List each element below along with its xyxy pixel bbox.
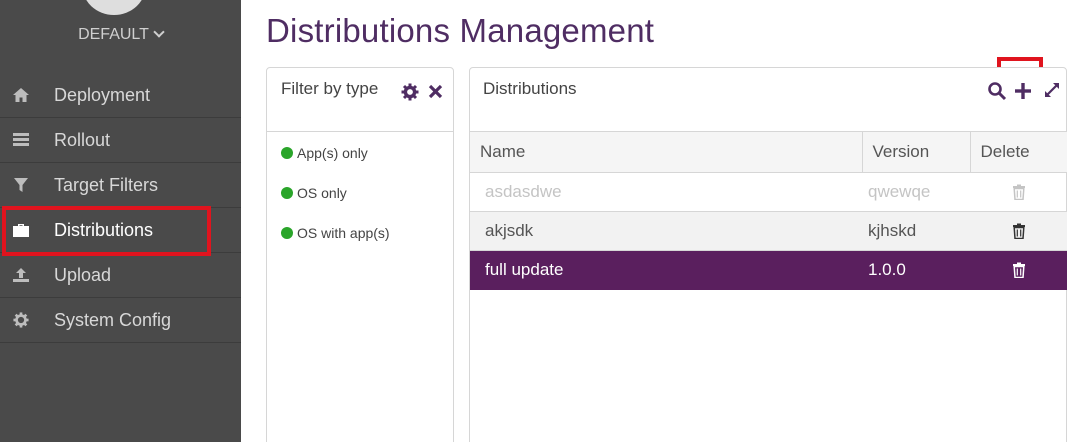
table-row[interactable]: asdasdwe qwewqe [470,172,1067,212]
cell-name: asdasdwe [470,172,862,212]
tenant-selector[interactable]: DEFAULT [0,26,241,44]
gear-icon [12,312,30,328]
sidebar-item-deployment[interactable]: Deployment [0,73,241,118]
highlight-distributions [2,206,211,256]
filter-option-apps[interactable]: App(s) only [281,145,368,161]
filter-option-os[interactable]: OS only [281,185,347,201]
avatar[interactable] [82,0,146,15]
page-title: Distributions Management [266,12,655,49]
type-color-dot [281,187,293,199]
column-header-version[interactable]: Version [861,132,970,173]
home-icon [12,87,30,103]
sidebar-item-rollout[interactable]: Rollout [0,118,241,163]
cell-name: akjsdk [470,211,862,251]
type-color-dot [281,227,293,239]
expand-icon[interactable] [1042,80,1062,100]
filter-option-label: OS only [297,185,347,201]
column-header-name[interactable]: Name [470,132,862,173]
distributions-panel: Distributions Name Version Delete asdasd… [469,67,1067,442]
distributions-title: Distributions [483,79,577,98]
delete-button[interactable] [970,250,1067,290]
sidebar-item-label: Deployment [54,84,151,105]
chevron-down-icon [153,26,165,38]
filter-panel: Filter by type App(s) only OS only OS wi… [266,67,454,442]
table-row[interactable]: akjsdk kjhskd [470,211,1067,251]
cell-name: full update [470,250,862,290]
sidebar-item-label: System Config [54,309,172,330]
gear-icon[interactable] [401,83,419,101]
sidebar-item-label: Target Filters [54,174,159,195]
filter-option-os-with-apps[interactable]: OS with app(s) [281,225,390,241]
table-row-selected[interactable]: full update 1.0.0 [470,250,1067,290]
cell-version: 1.0.0 [862,250,970,290]
tenant-label: DEFAULT [78,26,149,43]
sidebar-item-label: Rollout [54,129,111,150]
column-header-delete: Delete [969,132,1067,173]
distributions-table: Name Version Delete asdasdwe qwewqe akjs… [470,132,1067,290]
sidebar-item-label: Upload [54,264,112,285]
add-distribution-button[interactable] [1013,81,1033,101]
close-icon[interactable] [428,84,443,99]
filter-option-label: OS with app(s) [297,225,390,241]
plus-icon [1015,83,1031,99]
rollout-icon [12,132,30,148]
filter-title: Filter by type [281,79,379,98]
filter-option-label: App(s) only [297,145,368,161]
delete-button[interactable] [970,172,1067,212]
delete-button[interactable] [970,211,1067,251]
distributions-header: Distributions [470,68,1066,132]
filter-icon [12,177,30,193]
upload-icon [12,267,30,283]
type-color-dot [281,147,293,159]
sidebar-item-target-filters[interactable]: Target Filters [0,163,241,208]
trash-icon [1012,184,1026,201]
filter-header: Filter by type [267,68,453,132]
search-icon[interactable] [987,81,1007,101]
cell-version: qwewqe [862,172,970,212]
cell-version: kjhskd [862,211,970,251]
trash-icon [1012,223,1026,240]
sidebar-item-upload[interactable]: Upload [0,253,241,298]
trash-icon [1012,262,1026,279]
sidebar-item-system-config[interactable]: System Config [0,298,241,343]
table-header-row: Name Version Delete [470,132,1067,173]
